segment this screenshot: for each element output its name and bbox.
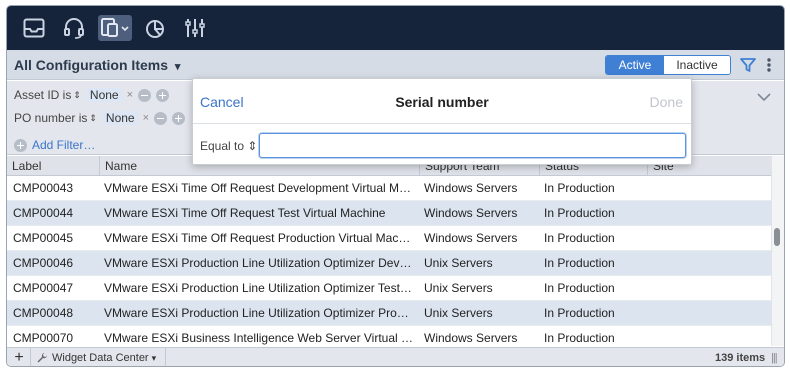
top-toolbar — [7, 6, 784, 50]
filter-value[interactable]: None — [86, 88, 122, 102]
table-body: CMP00043 VMware ESXi Time Off Request De… — [7, 176, 771, 351]
remove-value-icon[interactable]: × — [127, 89, 133, 101]
chevron-down-icon: ▾ — [174, 61, 181, 73]
table-row[interactable]: CMP00048 VMware ESXi Production Line Uti… — [7, 301, 771, 326]
divider — [165, 348, 166, 366]
divider — [30, 348, 31, 366]
column-header-label[interactable]: Label — [7, 156, 100, 176]
cell-name: VMware ESXi Time Off Request Development… — [104, 181, 412, 195]
cell-status: In Production — [544, 231, 615, 245]
devices-icon[interactable] — [98, 15, 132, 41]
cell-support-team: Unix Servers — [424, 256, 493, 270]
serial-number-filter-popover: Cancel Serial number Done Equal to ⇕ — [192, 78, 692, 165]
app-window: All Configuration Items ▾ Active Inactiv… — [6, 5, 785, 367]
popover-title: Serial number — [395, 94, 489, 110]
filter-label[interactable]: Asset ID is — [14, 88, 71, 102]
cell-name: VMware ESXi Time Off Request Test Virtua… — [104, 206, 386, 220]
view-title-dropdown[interactable]: All Configuration Items ▾ — [14, 57, 180, 73]
cell-support-team: Unix Servers — [424, 281, 493, 295]
cell-label: CMP00044 — [13, 206, 74, 220]
scrollbar-thumb[interactable] — [774, 228, 780, 246]
add-condition-icon[interactable] — [156, 88, 170, 102]
cell-name: VMware ESXi Production Line Utilization … — [104, 256, 412, 270]
list-header: All Configuration Items ▾ Active Inactiv… — [7, 50, 784, 80]
sort-arrows-icon: ⇕ — [73, 89, 81, 100]
filter-icon[interactable] — [739, 56, 757, 79]
wrench-icon — [37, 353, 47, 363]
cell-support-team: Windows Servers — [424, 231, 518, 245]
cell-label: CMP00048 — [13, 306, 74, 320]
add-circle-icon — [14, 138, 27, 152]
cell-name: VMware ESXi Production Line Utilization … — [104, 281, 415, 295]
filter-value[interactable]: None — [102, 111, 138, 125]
cell-status: In Production — [544, 281, 615, 295]
remove-value-icon[interactable]: × — [143, 112, 149, 124]
sliders-icon[interactable] — [182, 15, 208, 41]
table-row[interactable]: CMP00047 VMware ESXi Production Line Uti… — [7, 276, 771, 301]
filter-row: Asset ID is ⇕ None × — [14, 86, 170, 104]
filter-label[interactable]: PO number is — [14, 111, 87, 125]
view-name: Widget Data Center — [52, 352, 149, 364]
headset-icon[interactable] — [61, 15, 87, 41]
cell-status: In Production — [544, 256, 615, 270]
done-button[interactable]: Done — [650, 94, 683, 110]
more-vertical-icon[interactable] — [765, 56, 773, 79]
filter-row: PO number is ⇕ None × — [14, 109, 186, 127]
status-footer: + Widget Data Center ▾ 139 items ||| — [7, 347, 784, 366]
add-filter-label: Add Filter… — [32, 138, 96, 152]
add-item-button[interactable]: + — [11, 349, 27, 366]
popover-header: Cancel Serial number Done — [193, 79, 691, 124]
cell-status: In Production — [544, 306, 615, 320]
inbox-icon[interactable] — [21, 15, 47, 41]
view-selector[interactable]: Widget Data Center ▾ — [36, 352, 156, 364]
cell-name: VMware ESXi Production Line Utilization … — [104, 306, 415, 320]
chevron-down-icon[interactable] — [756, 91, 772, 105]
cell-label: CMP00046 — [13, 256, 74, 270]
inactive-segment[interactable]: Inactive — [664, 56, 730, 74]
cell-label: CMP00045 — [13, 231, 74, 245]
vertical-scrollbar[interactable] — [771, 156, 784, 346]
pie-chart-icon[interactable] — [142, 15, 168, 41]
table-row[interactable]: CMP00044 VMware ESXi Time Off Request Te… — [7, 201, 771, 226]
table-row[interactable]: CMP00046 VMware ESXi Production Line Uti… — [7, 251, 771, 276]
table-row[interactable]: CMP00045 VMware ESXi Time Off Request Pr… — [7, 226, 771, 251]
operator-select[interactable]: Equal to ⇕ — [200, 139, 257, 153]
add-filter-button[interactable]: Add Filter… — [14, 138, 95, 152]
cell-support-team: Unix Servers — [424, 306, 493, 320]
cell-status: In Production — [544, 206, 615, 220]
table-row[interactable]: CMP00043 VMware ESXi Time Off Request De… — [7, 176, 771, 201]
chevron-down-icon: ▾ — [151, 352, 157, 363]
remove-filter-icon[interactable] — [138, 88, 152, 102]
cell-support-team: Windows Servers — [424, 181, 518, 195]
sort-arrows-icon: ⇕ — [89, 112, 97, 123]
active-segment[interactable]: Active — [606, 56, 664, 74]
cell-label: CMP00043 — [13, 181, 74, 195]
cell-name: VMware ESXi Time Off Request Production … — [104, 231, 411, 245]
cell-support-team: Windows Servers — [424, 206, 518, 220]
active-inactive-toggle: Active Inactive — [605, 55, 731, 75]
resize-grip-icon[interactable]: ||| — [771, 352, 778, 364]
remove-filter-icon[interactable] — [154, 111, 168, 125]
page-title: All Configuration Items — [14, 57, 168, 73]
add-condition-icon[interactable] — [172, 111, 186, 125]
item-count: 139 items — [715, 352, 766, 364]
cell-label: CMP00047 — [13, 281, 74, 295]
serial-number-input[interactable] — [259, 133, 686, 158]
cell-status: In Production — [544, 181, 615, 195]
